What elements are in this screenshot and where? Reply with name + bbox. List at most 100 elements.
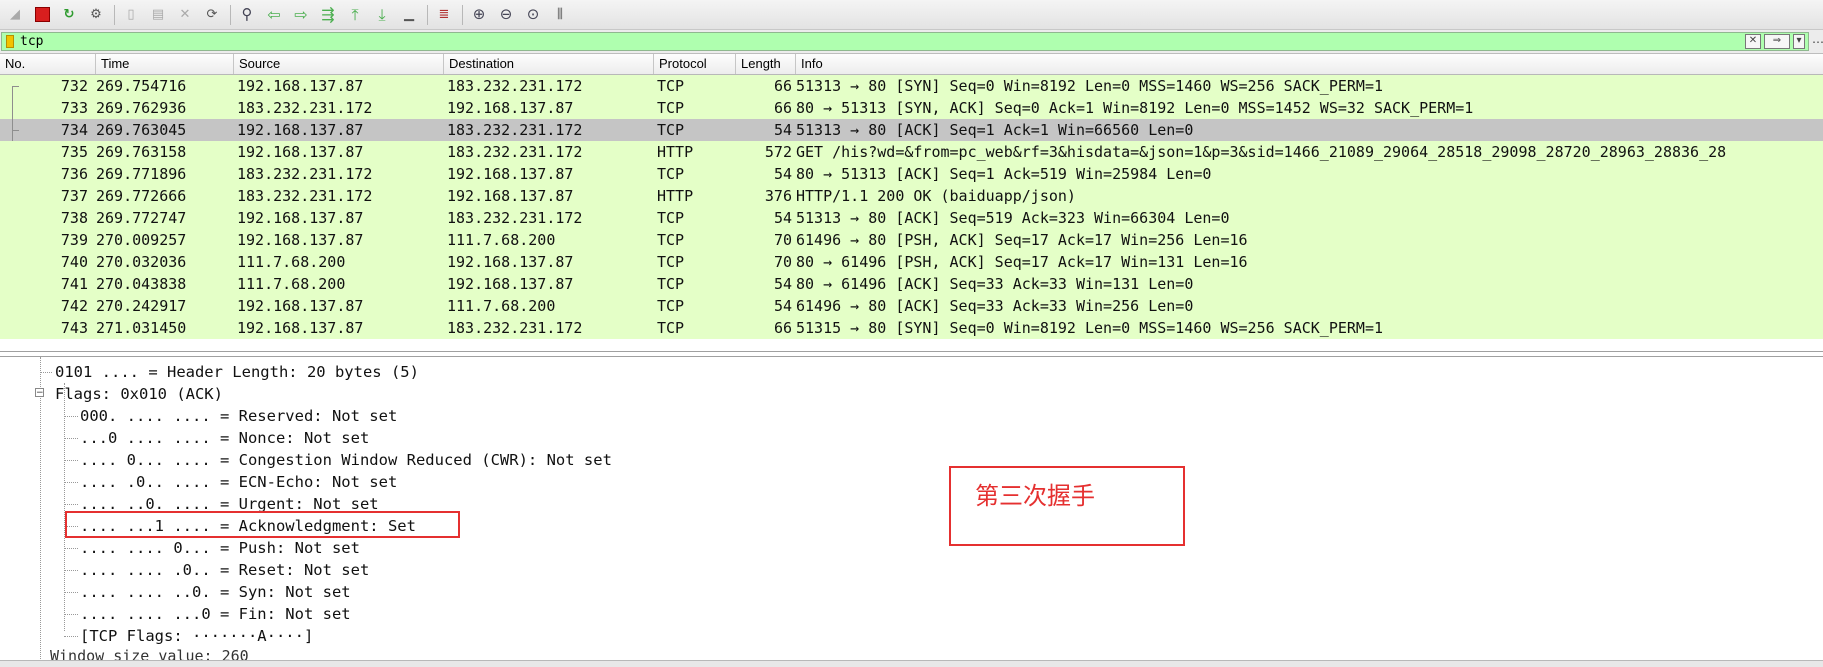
packet-cell-len: 66 [736,317,796,339]
packet-cell-len: 572 [736,141,796,163]
zoom-normal-icon[interactable]: ⊙ [522,4,544,26]
packet-row[interactable]: 743 271.031450 192.168.137.87 183.232.231.1… [0,317,1823,339]
packet-cell-dst: 192.168.137.87 [444,273,654,295]
packet-row[interactable]: 738 269.772747 192.168.137.87 183.232.231.1… [0,207,1823,229]
column-header-info[interactable]: Info [796,54,1823,74]
packet-cell-text: 376 [764,187,792,205]
packet-cell-text: 742 [60,297,88,315]
packet-row[interactable]: 739 270.009257 192.168.137.87 111.7.68.200 T… [0,229,1823,251]
reload-file-button[interactable]: ⟳ [201,4,223,26]
flag-line[interactable]: .... .... 0... = Push: Not set [80,537,360,559]
annotation-box: 第三次握手 [949,466,1185,546]
flags-line[interactable]: Flags: 0x010 (ACK) [55,383,223,405]
autoscroll-icon[interactable]: ▁ [398,4,420,26]
packet-cell-text: 61496 → 80 [ACK] Seq=33 Ack=33 Win=256 L… [796,297,1194,315]
packet-cell-text: 741 [60,275,88,293]
packet-cell-info: 61496 → 80 [PSH, ACK] Seq=17 Ack=17 Win=… [796,229,1823,251]
flag-line[interactable]: 000. .... .... = Reserved: Not set [80,405,397,427]
column-header-source[interactable]: Source [234,54,444,74]
first-packet-icon[interactable]: ⤒ [344,4,366,26]
apply-filter-icon[interactable]: ⇒ [1764,34,1790,49]
packet-row[interactable]: 733 269.762936 183.232.231.172 192.168.137.… [0,97,1823,119]
tree-guide [64,614,78,615]
packet-row[interactable]: 741 270.043838 111.7.68.200 192.168.137.87 T… [0,273,1823,295]
flag-line[interactable]: .... .... ...0 = Fin: Not set [80,603,351,625]
zoom-out-icon[interactable]: ⊖ [495,4,517,26]
packet-cell-text: 61496 → 80 [PSH, ACK] Seq=17 Ack=17 Win=… [796,231,1248,249]
save-file-button[interactable]: ▤ [147,4,169,26]
acknowledgment-highlight-box [65,511,460,538]
column-header-length[interactable]: Length [736,54,796,74]
restart-capture-button[interactable]: ↻ [58,4,80,26]
packet-cell-text: TCP [657,209,685,227]
packet-row[interactable]: 736 269.771896 183.232.231.172 192.168.137.… [0,163,1823,185]
packet-cell-proto: TCP [654,97,736,119]
packet-cell-text: 54 [773,165,792,183]
filter-bookmark-icon[interactable] [6,35,14,48]
clear-filter-icon[interactable]: ✕ [1745,34,1761,49]
packet-row[interactable]: 740 270.032036 111.7.68.200 192.168.137.87 T… [0,251,1823,273]
flag-line[interactable]: [TCP Flags: ·······A····] [80,625,313,647]
packet-cell-info: HTTP/1.1 200 OK (baiduapp/json) [796,185,1823,207]
packet-cell-text: HTTP/1.1 200 OK (baiduapp/json) [796,187,1076,205]
flag-line[interactable]: .... .... ..0. = Syn: Not set [80,581,351,603]
packet-cell-no: 740 [0,251,96,273]
close-file-button[interactable]: ✕ [174,4,196,26]
packet-cell-text: 66 [773,319,792,337]
packet-cell-text: 183.232.231.172 [237,99,373,117]
packet-cell-time: 270.242917 [96,295,234,317]
tree-guide [64,636,78,637]
flag-line[interactable]: .... 0... .... = Congestion Window Reduc… [80,449,612,471]
column-header-destination[interactable]: Destination [444,54,654,74]
flag-line[interactable]: .... .0.. .... = ECN-Echo: Not set [80,471,397,493]
packet-cell-text: 269.762936 [96,99,187,117]
flag-line[interactable]: ...0 .... .... = Nonce: Not set [80,427,369,449]
packet-cell-len: 54 [736,207,796,229]
packet-cell-text: 66 [773,99,792,117]
packet-cell-time: 269.763158 [96,141,234,163]
shark-fin-start-icon[interactable]: ◢ [4,4,26,26]
packet-row[interactable]: 734 269.763045 192.168.137.87 183.232.231.1… [0,119,1823,141]
go-back-icon[interactable]: ⇦ [263,4,285,26]
packet-cell-text: HTTP [657,143,694,161]
stop-icon [34,7,50,22]
last-packet-icon[interactable]: ⤓ [371,4,393,26]
packet-cell-time: 269.754716 [96,75,234,97]
column-header-time[interactable]: Time [96,54,234,74]
display-filter-input[interactable] [20,34,1745,49]
go-forward-icon[interactable]: ⇨ [290,4,312,26]
open-file-button[interactable]: ▯ [120,4,142,26]
packet-cell-text: 54 [773,209,792,227]
resize-columns-icon[interactable]: ⫼ [549,4,571,26]
packet-cell-text: 54 [773,275,792,293]
display-filter-box: ✕ ⇒ ▾ [1,32,1809,51]
packet-cell-text: TCP [657,77,685,95]
filter-dropdown-icon[interactable]: ▾ [1793,34,1805,49]
packet-cell-text: TCP [657,275,685,293]
find-packet-icon[interactable]: ⚲ [236,4,258,26]
colorize-icon[interactable]: ≣ [433,4,455,26]
stop-capture-button[interactable] [31,4,53,26]
collapse-flags-icon[interactable]: − [35,388,44,398]
window-size-line[interactable]: Window size value: 260 [50,647,249,660]
packet-row[interactable]: 735 269.763158 192.168.137.87 183.232.231.1… [0,141,1823,163]
packet-cell-text: 572 [764,143,792,161]
packet-cell-text: 54 [773,121,792,139]
header-length-line[interactable]: 0101 .... = Header Length: 20 bytes (5) [55,361,419,383]
expression-icon[interactable]: … [1812,32,1823,46]
column-header-no[interactable]: No. [0,54,96,74]
packet-cell-info: GET /his?wd=&from=pc_web&rf=3&hisdata=&j… [796,141,1823,163]
packet-cell-text: 738 [60,209,88,227]
zoom-in-icon[interactable]: ⊕ [468,4,490,26]
column-header-protocol[interactable]: Protocol [654,54,736,74]
flag-line[interactable]: .... .... .0.. = Reset: Not set [80,559,369,581]
packet-cell-info: 80 → 51313 [ACK] Seq=1 Ack=519 Win=25984… [796,163,1823,185]
packet-row[interactable]: 737 269.772666 183.232.231.172 192.168.137.… [0,185,1823,207]
capture-options-button[interactable]: ⚙ [85,4,107,26]
packet-cell-len: 70 [736,229,796,251]
packet-row[interactable]: 732 269.754716 192.168.137.87 183.232.231.1… [0,75,1823,97]
conversation-line [12,97,13,119]
packet-cell-info: 80 → 61496 [PSH, ACK] Seq=17 Ack=17 Win=… [796,251,1823,273]
go-to-packet-icon[interactable]: ⇶ [317,4,339,26]
packet-row[interactable]: 742 270.242917 192.168.137.87 111.7.68.200 T… [0,295,1823,317]
